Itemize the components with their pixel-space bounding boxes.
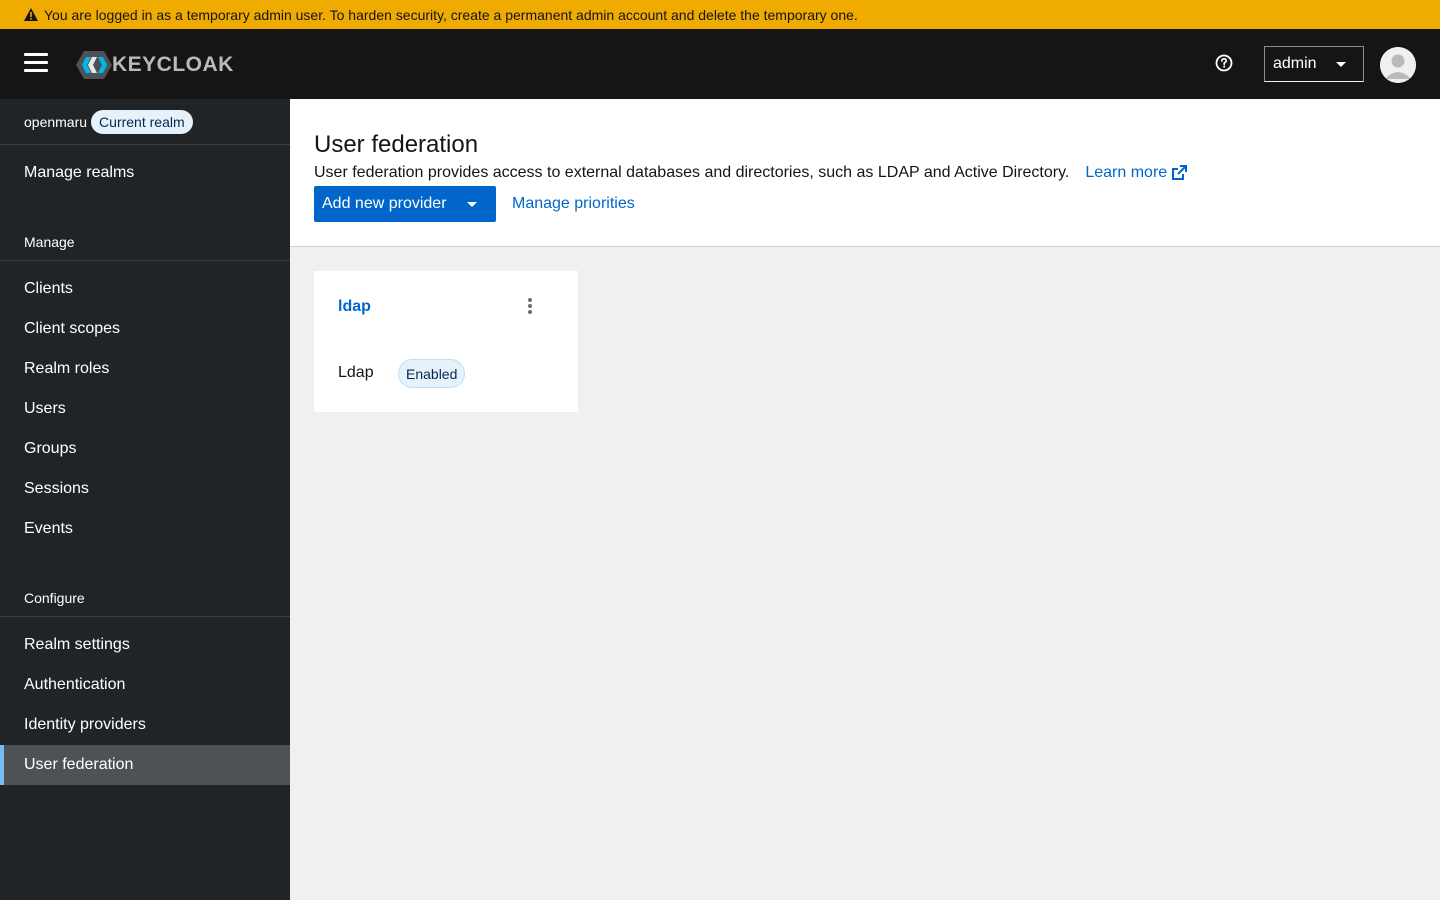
provider-name-link[interactable]: ldap: [338, 298, 371, 316]
realm-name: openmaru: [24, 113, 88, 130]
banner-message: You are logged in as a temporary admin u…: [44, 6, 858, 23]
status-badge: Enabled: [398, 359, 466, 388]
sidebar: openmaru Current realm Manage realms Man…: [0, 99, 290, 900]
avatar[interactable]: [1380, 47, 1416, 83]
sidebar-item-groups[interactable]: Groups: [0, 429, 290, 469]
sidebar-item-events[interactable]: Events: [0, 509, 290, 549]
sidebar-section-configure: Configure: [0, 579, 290, 617]
external-link-icon: [1172, 165, 1188, 180]
sidebar-section-manage: Manage: [0, 223, 290, 261]
add-new-provider-label: Add new provider: [322, 195, 447, 212]
learn-more-link[interactable]: Learn more: [1085, 164, 1188, 182]
keycloak-logo-icon: [76, 51, 112, 79]
masthead: KEYCLOAK admin: [0, 29, 1440, 99]
provider-card: ldap Ldap Enabled: [314, 271, 578, 412]
sidebar-item-authentication[interactable]: Authentication: [0, 665, 290, 705]
logo-text: KEYCLOAK: [112, 53, 234, 76]
page-description-text: User federation provides access to exter…: [314, 164, 1070, 181]
hamburger-menu-icon[interactable]: [24, 53, 48, 75]
sidebar-item-manage-realms[interactable]: Manage realms: [0, 153, 290, 193]
caret-down-icon: [1336, 62, 1346, 67]
page-title: User federation: [314, 131, 479, 158]
sidebar-item-realm-settings[interactable]: Realm settings: [0, 625, 290, 665]
manage-priorities-link[interactable]: Manage priorities: [512, 195, 635, 213]
sidebar-item-clients[interactable]: Clients: [0, 269, 290, 309]
current-realm-badge: Current realm: [91, 109, 193, 134]
page-description: User federation provides access to exter…: [314, 164, 1188, 182]
sidebar-item-client-scopes[interactable]: Client scopes: [0, 309, 290, 349]
learn-more-label: Learn more: [1085, 164, 1168, 181]
caret-down-icon: [467, 202, 477, 207]
user-name: admin: [1273, 55, 1317, 72]
keycloak-logo[interactable]: KEYCLOAK: [76, 49, 234, 81]
warning-icon: [24, 8, 38, 21]
realm-selector[interactable]: openmaru Current realm: [0, 99, 290, 145]
page-header: User federation User federation provides…: [290, 99, 1440, 247]
sidebar-item-users[interactable]: Users: [0, 389, 290, 429]
sidebar-item-identity-providers[interactable]: Identity providers: [0, 705, 290, 745]
add-new-provider-button[interactable]: Add new provider: [314, 186, 496, 222]
sidebar-item-realm-roles[interactable]: Realm roles: [0, 349, 290, 389]
help-icon[interactable]: [1214, 53, 1234, 73]
kebab-menu-icon[interactable]: [520, 295, 540, 317]
sidebar-item-sessions[interactable]: Sessions: [0, 469, 290, 509]
temporary-admin-banner: You are logged in as a temporary admin u…: [0, 0, 1440, 29]
provider-type: Ldap: [338, 364, 374, 381]
user-menu-toggle[interactable]: admin: [1264, 46, 1364, 82]
sidebar-item-user-federation[interactable]: User federation: [0, 745, 290, 785]
